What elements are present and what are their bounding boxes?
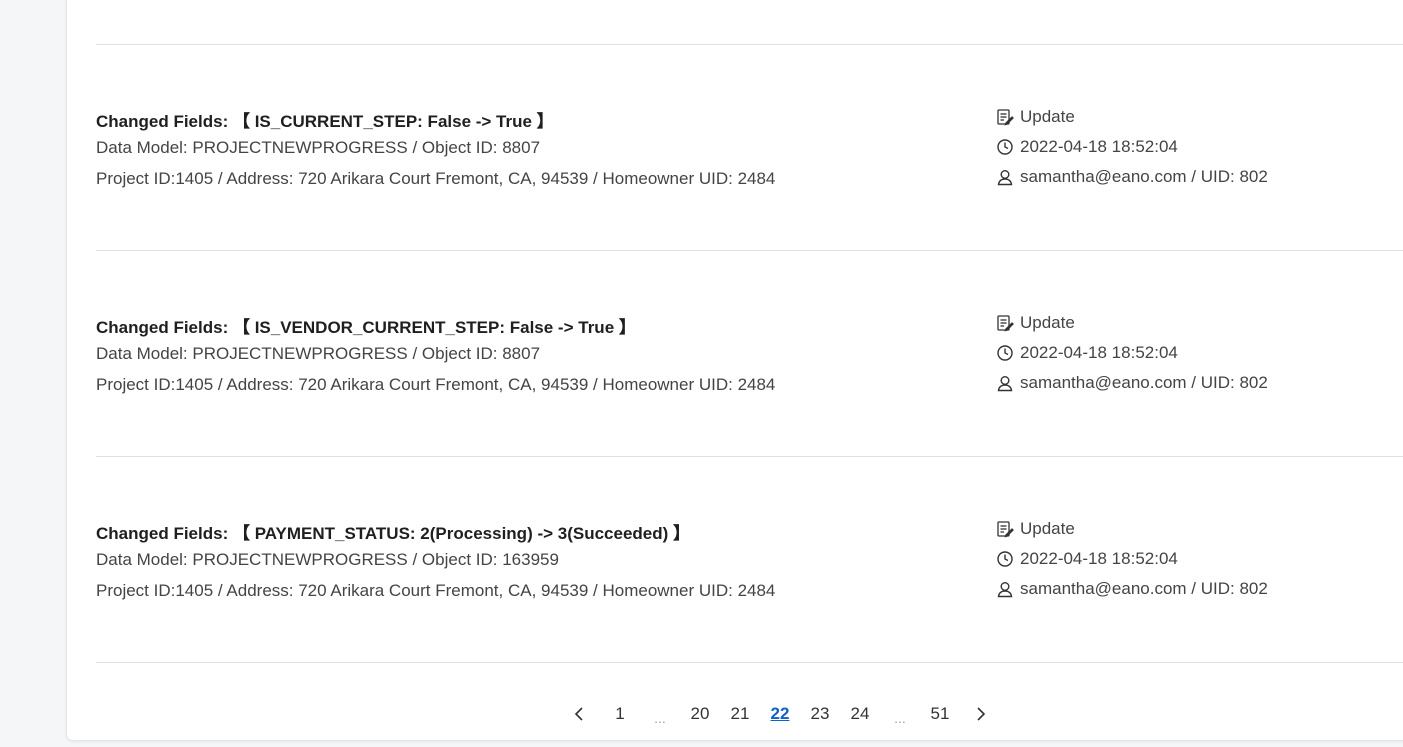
user-info: samantha@eano.com / UID: 802 xyxy=(1020,167,1268,186)
clock-icon xyxy=(996,138,1014,156)
edit-document-icon xyxy=(996,108,1014,126)
changed-fields-value: 【 IS_CURRENT_STEP: False -> True 】 xyxy=(232,112,554,131)
user-row: samantha@eano.com / UID: 802 xyxy=(996,373,1268,393)
page-ellipsis[interactable]: ... xyxy=(880,697,920,731)
changed-fields-title: Changed Fields: 【 IS_CURRENT_STEP: False… xyxy=(96,107,554,132)
page-51[interactable]: 51 xyxy=(920,701,960,727)
log-entry: Changed Fields: 【 IS_CURRENT_STEP: False… xyxy=(96,107,1403,217)
log-entry: Changed Fields: 【 IS_VENDOR_CURRENT_STEP… xyxy=(96,313,1403,423)
action-label: Update xyxy=(1020,313,1075,332)
user-row: samantha@eano.com / UID: 802 xyxy=(996,579,1268,599)
user-info: samantha@eano.com / UID: 802 xyxy=(1020,579,1268,598)
project-line: Project ID:1405 / Address: 720 Arikara C… xyxy=(96,375,776,394)
page-21[interactable]: 21 xyxy=(720,701,760,727)
clock-icon xyxy=(996,344,1014,362)
changed-fields-value: 【 PAYMENT_STATUS: 2(Processing) -> 3(Suc… xyxy=(232,524,691,543)
divider xyxy=(96,662,1403,663)
action-label: Update xyxy=(1020,519,1075,538)
data-model-line: Data Model: PROJECTNEWPROGRESS / Object … xyxy=(96,550,559,569)
user-info: samantha@eano.com / UID: 802 xyxy=(1020,373,1268,392)
timestamp: 2022-04-18 18:52:04 xyxy=(1020,137,1178,156)
user-icon xyxy=(996,580,1014,598)
page-23[interactable]: 23 xyxy=(800,701,840,727)
page-24[interactable]: 24 xyxy=(840,701,880,727)
page-ellipsis[interactable]: ... xyxy=(640,697,680,731)
divider xyxy=(96,250,1403,251)
divider xyxy=(96,456,1403,457)
data-model-line: Data Model: PROJECTNEWPROGRESS / Object … xyxy=(96,344,541,363)
action-row: Update xyxy=(996,519,1075,539)
time-row: 2022-04-18 18:52:04 xyxy=(996,343,1178,363)
log-entry: Changed Fields: 【 PAYMENT_STATUS: 2(Proc… xyxy=(96,519,1403,629)
changed-fields-title: Changed Fields: 【 IS_VENDOR_CURRENT_STEP… xyxy=(96,313,636,338)
project-line: Project ID:1405 / Address: 720 Arikara C… xyxy=(96,169,776,188)
page-20[interactable]: 20 xyxy=(680,701,720,727)
changed-fields-title: Changed Fields: 【 PAYMENT_STATUS: 2(Proc… xyxy=(96,519,690,544)
user-icon xyxy=(996,374,1014,392)
changed-fields-label: Changed Fields: xyxy=(96,524,229,543)
edit-document-icon xyxy=(996,520,1014,538)
time-row: 2022-04-18 18:52:04 xyxy=(996,549,1178,569)
chevron-left-icon xyxy=(574,707,583,721)
timestamp: 2022-04-18 18:52:04 xyxy=(1020,343,1178,362)
action-row: Update xyxy=(996,107,1075,127)
time-row: 2022-04-18 18:52:04 xyxy=(996,137,1178,157)
user-row: samantha@eano.com / UID: 802 xyxy=(996,167,1268,187)
page-1[interactable]: 1 xyxy=(600,701,640,727)
divider xyxy=(96,44,1403,45)
changed-fields-label: Changed Fields: xyxy=(96,112,229,131)
data-model-line: Data Model: PROJECTNEWPROGRESS / Object … xyxy=(96,138,541,157)
clock-icon xyxy=(996,550,1014,568)
user-icon xyxy=(996,168,1014,186)
project-line: Project ID:1405 / Address: 720 Arikara C… xyxy=(96,581,776,600)
edit-document-icon xyxy=(996,314,1014,332)
action-row: Update xyxy=(996,313,1075,333)
changed-fields-value: 【 IS_VENDOR_CURRENT_STEP: False -> True … xyxy=(232,318,636,337)
action-label: Update xyxy=(1020,107,1075,126)
prev-page-button[interactable] xyxy=(560,701,600,727)
pagination: 1 ... 20 21 22 23 24 ... 51 xyxy=(560,697,1000,731)
timestamp: 2022-04-18 18:52:04 xyxy=(1020,549,1178,568)
chevron-right-icon xyxy=(977,707,986,721)
page-22-current[interactable]: 22 xyxy=(760,701,800,727)
next-page-button[interactable] xyxy=(960,701,1000,727)
changed-fields-label: Changed Fields: xyxy=(96,318,229,337)
